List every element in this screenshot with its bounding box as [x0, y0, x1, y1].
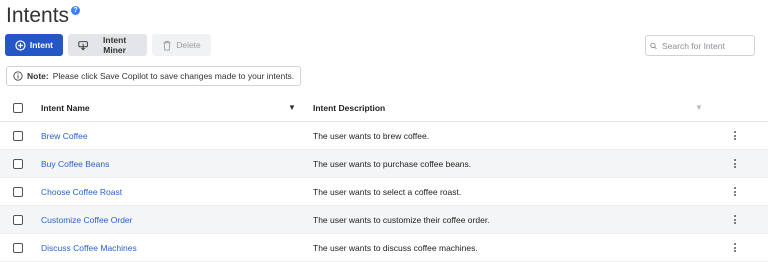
table-row: Customize Coffee Order The user wants to… — [0, 206, 768, 234]
intent-name-link[interactable]: Buy Coffee Beans — [41, 159, 109, 169]
sort-icon[interactable]: ▼ — [288, 103, 296, 112]
row-checkbox[interactable] — [13, 158, 23, 169]
intent-name-link[interactable]: Discuss Coffee Machines — [41, 243, 137, 253]
table-row: Choose Coffee Roast The user wants to se… — [0, 178, 768, 206]
row-checkbox[interactable] — [13, 186, 23, 197]
intent-miner-label: Intent Miner — [103, 35, 127, 55]
note-text: Please click Save Copilot to save change… — [52, 71, 295, 81]
add-intent-button[interactable]: Intent — [5, 34, 63, 56]
add-intent-label: Intent — [29, 40, 53, 50]
kebab-icon[interactable] — [731, 186, 739, 198]
intent-description: The user wants to brew coffee. — [313, 130, 430, 141]
intent-name-link[interactable]: Brew Coffee — [41, 131, 88, 141]
page-title: Intents ? — [6, 4, 81, 28]
intent-description: The user wants to discuss coffee machine… — [313, 242, 478, 253]
search-input[interactable] — [660, 39, 754, 52]
select-all-checkbox[interactable] — [13, 102, 23, 113]
kebab-icon[interactable] — [731, 130, 739, 142]
intent-description: The user wants to purchase coffee beans. — [313, 158, 472, 169]
kebab-icon[interactable] — [731, 242, 739, 254]
toolbar: Intent Intent Miner Delete — [5, 34, 211, 56]
header-intent-description[interactable]: Intent Description — [313, 103, 385, 113]
search-icon — [650, 42, 657, 49]
page-title-text: Intents — [6, 4, 70, 27]
intent-description: The user wants to select a coffee roast. — [313, 186, 462, 197]
table-row: Discuss Coffee Machines The user wants t… — [0, 234, 768, 262]
table-row: Brew Coffee The user wants to brew coffe… — [0, 122, 768, 150]
row-checkbox[interactable] — [13, 130, 23, 141]
intent-description: The user wants to customize their coffee… — [313, 214, 490, 225]
kebab-icon[interactable] — [731, 158, 739, 170]
note-banner: Note: Please click Save Copilot to save … — [6, 66, 302, 86]
intent-name-link[interactable]: Choose Coffee Roast — [41, 187, 122, 197]
intent-name-link[interactable]: Customize Coffee Order — [41, 215, 133, 225]
table-header: Intent Name ▼ Intent Description ▼ — [0, 94, 768, 122]
help-icon[interactable]: ? — [71, 6, 81, 15]
row-checkbox[interactable] — [13, 242, 23, 253]
trash-icon — [163, 40, 171, 51]
intents-table: Intent Name ▼ Intent Description ▼ Brew … — [0, 94, 768, 262]
sort-icon[interactable]: ▼ — [695, 103, 703, 112]
kebab-icon[interactable] — [731, 214, 739, 226]
table-row: Buy Coffee Beans The user wants to purch… — [0, 150, 768, 178]
header-intent-name[interactable]: Intent Name — [41, 103, 90, 113]
row-checkbox[interactable] — [13, 214, 23, 225]
note-prefix: Note: — [27, 71, 49, 81]
delete-label: Delete — [176, 40, 201, 50]
intent-miner-icon — [78, 40, 88, 50]
delete-button[interactable]: Delete — [152, 34, 211, 56]
search-box — [645, 35, 755, 56]
plus-circle-icon — [15, 39, 26, 51]
intent-miner-button[interactable]: Intent Miner — [68, 34, 147, 56]
info-icon — [13, 71, 23, 81]
